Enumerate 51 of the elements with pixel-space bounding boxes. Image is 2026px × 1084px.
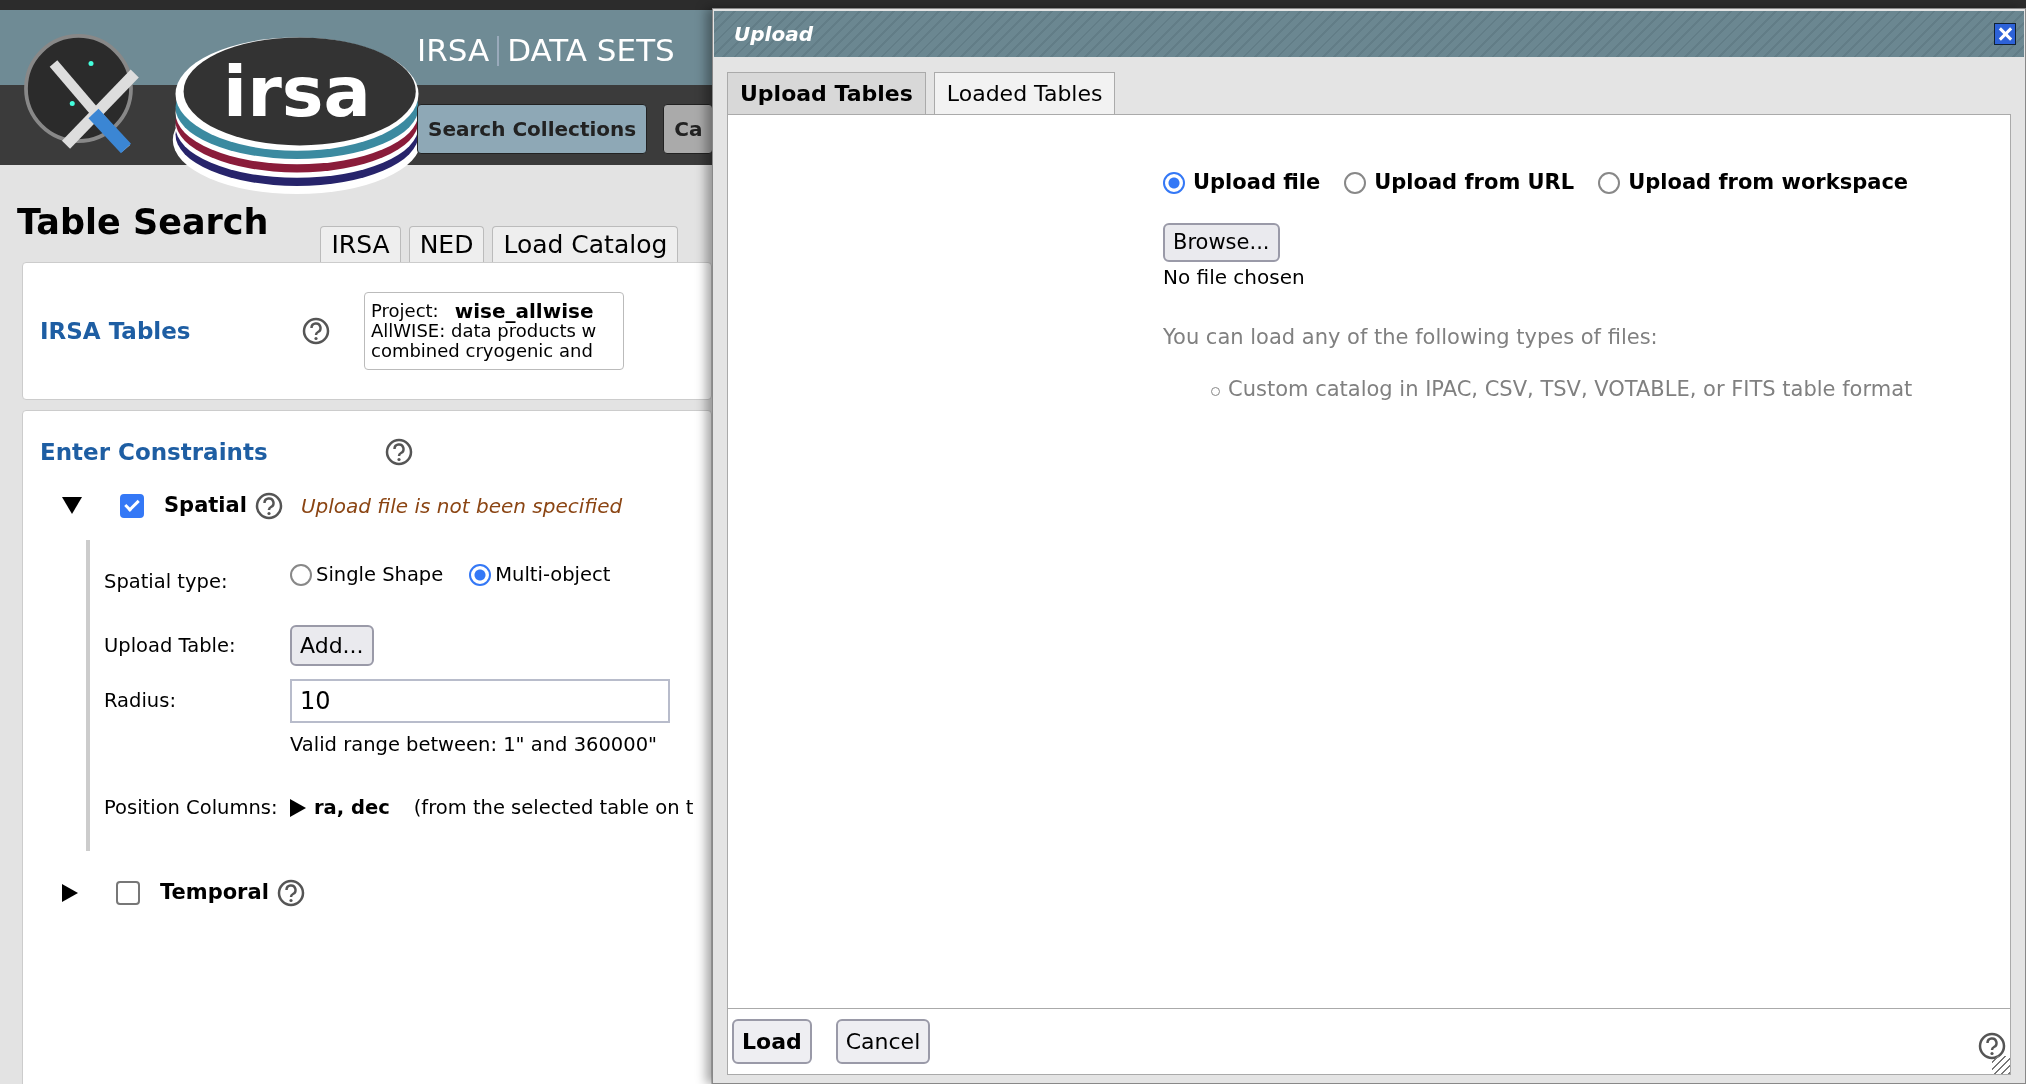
field-label: Radius: [104,687,177,714]
help-icon[interactable] [254,491,283,520]
expand-toggle-icon[interactable] [62,497,82,514]
tab[interactable]: Load Catalog [492,226,679,262]
cancel-button[interactable]: Cancel [835,1019,931,1064]
resize-handle[interactable] [1992,1056,2010,1074]
project-name: wise_allwise [454,301,594,321]
close-icon[interactable] [1994,23,2016,45]
radio-option[interactable]: Single Shape [290,559,444,590]
column-names: ra, dec [314,795,390,822]
field-label: Project: [371,301,439,321]
dialog-title: Upload [734,21,813,48]
field-label: Position Columns: [104,795,279,822]
section-title: IRSA Tables [40,316,192,346]
list-item-text: Custom catalog in IPAC, CSV, TSV, VOTABLE, or FITS table format [1228,375,1913,403]
note-text: (from the selected table on t [413,795,694,822]
help-icon[interactable] [276,878,305,907]
radio-option[interactable]: Upload from URL [1344,167,1575,199]
nav-link[interactable]: DATA SETS [507,27,675,74]
checkbox[interactable] [120,493,144,518]
page-title: Table Search [17,200,269,244]
expand-toggle-icon[interactable] [290,798,306,817]
nav-button[interactable]: Search Collections [417,104,648,154]
error-message: Upload file is not been specified [300,492,623,520]
expand-toggle-icon[interactable] [62,883,78,902]
nav-button[interactable]: Ca [663,104,712,154]
browse-button[interactable]: Browse... [1163,222,1280,262]
load-button[interactable]: Load [732,1019,812,1064]
section-label: Spatial [164,491,247,519]
description-text: combined cryogenic and [371,341,594,361]
checkbox[interactable] [116,880,140,905]
section-title: Enter Constraints [40,438,269,467]
help-icon[interactable] [1978,1032,2006,1060]
hint-text: Valid range between: 1" and 360000" [290,731,659,758]
radio-option[interactable]: Multi-object [469,559,611,590]
file-status: No file chosen [1163,264,1306,291]
tab[interactable]: Upload Tables [727,72,926,114]
radius-input[interactable]: 10 [290,678,670,723]
help-icon[interactable] [385,438,413,467]
help-icon[interactable] [302,317,330,345]
nav-link[interactable]: IRSA [417,27,490,74]
tab[interactable]: Loaded Tables [933,72,1116,114]
field-label: Spatial type: [104,568,229,595]
info-text: You can load any of the following types of files: [1163,324,1659,351]
tab[interactable]: NED [408,226,485,262]
add-button[interactable]: Add... [290,625,374,666]
radio-option[interactable]: Upload from workspace [1598,167,1909,199]
field-label: Upload Table: [104,632,237,659]
tab[interactable]: IRSA [320,226,401,262]
section-label: Temporal [160,879,269,906]
radio-option[interactable]: Upload file [1163,167,1321,199]
